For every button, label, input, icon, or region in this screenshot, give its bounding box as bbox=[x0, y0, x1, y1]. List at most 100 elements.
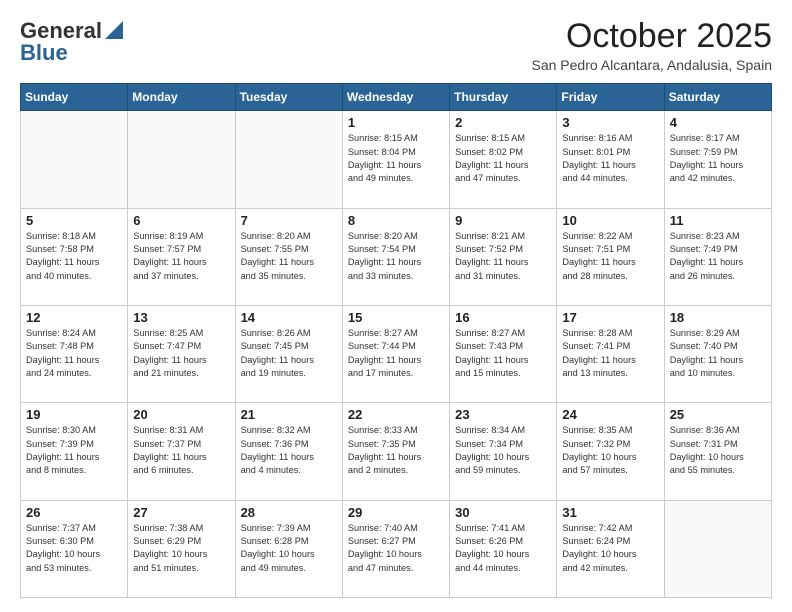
logo-icon bbox=[105, 21, 123, 39]
day-number: 21 bbox=[241, 407, 337, 422]
day-info: Sunrise: 8:15 AM Sunset: 8:04 PM Dayligh… bbox=[348, 132, 444, 185]
day-info: Sunrise: 8:20 AM Sunset: 7:54 PM Dayligh… bbox=[348, 230, 444, 283]
day-number: 25 bbox=[670, 407, 766, 422]
day-info: Sunrise: 7:41 AM Sunset: 6:26 PM Dayligh… bbox=[455, 522, 551, 575]
weekday-header-cell: Friday bbox=[557, 84, 664, 111]
day-info: Sunrise: 8:27 AM Sunset: 7:43 PM Dayligh… bbox=[455, 327, 551, 380]
calendar-day-cell: 22 Sunrise: 8:33 AM Sunset: 7:35 PM Dayli… bbox=[342, 403, 449, 500]
day-number: 23 bbox=[455, 407, 551, 422]
day-number: 28 bbox=[241, 505, 337, 520]
day-number: 29 bbox=[348, 505, 444, 520]
day-info: Sunrise: 8:24 AM Sunset: 7:48 PM Dayligh… bbox=[26, 327, 122, 380]
day-info: Sunrise: 8:23 AM Sunset: 7:49 PM Dayligh… bbox=[670, 230, 766, 283]
calendar-day-cell: 12 Sunrise: 8:24 AM Sunset: 7:48 PM Dayli… bbox=[21, 306, 128, 403]
day-number: 8 bbox=[348, 213, 444, 228]
weekday-header-row: SundayMondayTuesdayWednesdayThursdayFrid… bbox=[21, 84, 772, 111]
day-number: 19 bbox=[26, 407, 122, 422]
calendar-day-cell bbox=[664, 500, 771, 597]
weekday-header-cell: Thursday bbox=[450, 84, 557, 111]
page: General Blue October 2025 San Pedro Alca… bbox=[0, 0, 792, 612]
calendar-day-cell: 24 Sunrise: 8:35 AM Sunset: 7:32 PM Dayli… bbox=[557, 403, 664, 500]
calendar-day-cell: 13Sunrise: 8:25 AM Sunset: 7:47 PM Dayli… bbox=[128, 306, 235, 403]
day-number: 16 bbox=[455, 310, 551, 325]
location: San Pedro Alcantara, Andalusia, Spain bbox=[531, 57, 772, 73]
weekday-header-cell: Tuesday bbox=[235, 84, 342, 111]
day-number: 4 bbox=[670, 115, 766, 130]
day-info: Sunrise: 8:29 AM Sunset: 7:40 PM Dayligh… bbox=[670, 327, 766, 380]
calendar-day-cell: 20 Sunrise: 8:31 AM Sunset: 7:37 PM Dayli… bbox=[128, 403, 235, 500]
calendar-day-cell: 19 Sunrise: 8:30 AM Sunset: 7:39 PM Dayli… bbox=[21, 403, 128, 500]
calendar-day-cell: 7 Sunrise: 8:20 AM Sunset: 7:55 PM Daylig… bbox=[235, 208, 342, 305]
day-info: Sunrise: 8:26 AM Sunset: 7:45 PM Dayligh… bbox=[241, 327, 337, 380]
calendar-week-row: 12 Sunrise: 8:24 AM Sunset: 7:48 PM Dayli… bbox=[21, 306, 772, 403]
calendar-day-cell: 26Sunrise: 7:37 AM Sunset: 6:30 PM Dayli… bbox=[21, 500, 128, 597]
day-info: Sunrise: 8:15 AM Sunset: 8:02 PM Dayligh… bbox=[455, 132, 551, 185]
day-info: Sunrise: 7:40 AM Sunset: 6:27 PM Dayligh… bbox=[348, 522, 444, 575]
day-info: Sunrise: 8:33 AM Sunset: 7:35 PM Dayligh… bbox=[348, 424, 444, 477]
day-info: Sunrise: 8:19 AM Sunset: 7:57 PM Dayligh… bbox=[133, 230, 229, 283]
day-info: Sunrise: 8:36 AM Sunset: 7:31 PM Dayligh… bbox=[670, 424, 766, 477]
day-number: 9 bbox=[455, 213, 551, 228]
day-info: Sunrise: 8:35 AM Sunset: 7:32 PM Dayligh… bbox=[562, 424, 658, 477]
calendar-day-cell: 16 Sunrise: 8:27 AM Sunset: 7:43 PM Dayli… bbox=[450, 306, 557, 403]
calendar-body: 1 Sunrise: 8:15 AM Sunset: 8:04 PM Daylig… bbox=[21, 111, 772, 598]
calendar-day-cell: 30 Sunrise: 7:41 AM Sunset: 6:26 PM Dayli… bbox=[450, 500, 557, 597]
day-number: 5 bbox=[26, 213, 122, 228]
day-number: 1 bbox=[348, 115, 444, 130]
calendar-day-cell: 5 Sunrise: 8:18 AM Sunset: 7:58 PM Daylig… bbox=[21, 208, 128, 305]
day-number: 2 bbox=[455, 115, 551, 130]
calendar-day-cell: 17 Sunrise: 8:28 AM Sunset: 7:41 PM Dayli… bbox=[557, 306, 664, 403]
day-info: Sunrise: 8:34 AM Sunset: 7:34 PM Dayligh… bbox=[455, 424, 551, 477]
day-info: Sunrise: 8:20 AM Sunset: 7:55 PM Dayligh… bbox=[241, 230, 337, 283]
calendar-week-row: 19 Sunrise: 8:30 AM Sunset: 7:39 PM Dayli… bbox=[21, 403, 772, 500]
day-number: 12 bbox=[26, 310, 122, 325]
weekday-header-cell: Saturday bbox=[664, 84, 771, 111]
day-number: 27 bbox=[133, 505, 229, 520]
day-number: 10 bbox=[562, 213, 658, 228]
day-number: 6 bbox=[133, 213, 229, 228]
day-info: Sunrise: 8:28 AM Sunset: 7:41 PM Dayligh… bbox=[562, 327, 658, 380]
day-info: Sunrise: 8:21 AM Sunset: 7:52 PM Dayligh… bbox=[455, 230, 551, 283]
day-number: 7 bbox=[241, 213, 337, 228]
calendar-day-cell: 21 Sunrise: 8:32 AM Sunset: 7:36 PM Dayli… bbox=[235, 403, 342, 500]
day-info: Sunrise: 8:27 AM Sunset: 7:44 PM Dayligh… bbox=[348, 327, 444, 380]
day-number: 17 bbox=[562, 310, 658, 325]
day-info: Sunrise: 8:31 AM Sunset: 7:37 PM Dayligh… bbox=[133, 424, 229, 477]
calendar-day-cell: 2 Sunrise: 8:15 AM Sunset: 8:02 PM Daylig… bbox=[450, 111, 557, 208]
calendar-day-cell: 14Sunrise: 8:26 AM Sunset: 7:45 PM Dayli… bbox=[235, 306, 342, 403]
day-number: 3 bbox=[562, 115, 658, 130]
day-number: 26 bbox=[26, 505, 122, 520]
day-info: Sunrise: 8:30 AM Sunset: 7:39 PM Dayligh… bbox=[26, 424, 122, 477]
calendar-day-cell bbox=[128, 111, 235, 208]
calendar-day-cell: 4 Sunrise: 8:17 AM Sunset: 7:59 PM Daylig… bbox=[664, 111, 771, 208]
calendar-week-row: 1 Sunrise: 8:15 AM Sunset: 8:04 PM Daylig… bbox=[21, 111, 772, 208]
day-info: Sunrise: 8:16 AM Sunset: 8:01 PM Dayligh… bbox=[562, 132, 658, 185]
calendar-day-cell: 29 Sunrise: 7:40 AM Sunset: 6:27 PM Dayli… bbox=[342, 500, 449, 597]
day-info: Sunrise: 8:18 AM Sunset: 7:58 PM Dayligh… bbox=[26, 230, 122, 283]
day-number: 20 bbox=[133, 407, 229, 422]
day-number: 30 bbox=[455, 505, 551, 520]
calendar-day-cell: 25 Sunrise: 8:36 AM Sunset: 7:31 PM Dayli… bbox=[664, 403, 771, 500]
day-info: Sunrise: 7:39 AM Sunset: 6:28 PM Dayligh… bbox=[241, 522, 337, 575]
calendar-week-row: 5 Sunrise: 8:18 AM Sunset: 7:58 PM Daylig… bbox=[21, 208, 772, 305]
calendar-table: SundayMondayTuesdayWednesdayThursdayFrid… bbox=[20, 83, 772, 598]
weekday-header-cell: Wednesday bbox=[342, 84, 449, 111]
calendar-week-row: 26Sunrise: 7:37 AM Sunset: 6:30 PM Dayli… bbox=[21, 500, 772, 597]
day-number: 24 bbox=[562, 407, 658, 422]
title-block: October 2025 San Pedro Alcantara, Andalu… bbox=[531, 18, 772, 73]
day-number: 11 bbox=[670, 213, 766, 228]
day-info: Sunrise: 8:17 AM Sunset: 7:59 PM Dayligh… bbox=[670, 132, 766, 185]
calendar-day-cell: 10Sunrise: 8:22 AM Sunset: 7:51 PM Dayli… bbox=[557, 208, 664, 305]
day-info: Sunrise: 7:38 AM Sunset: 6:29 PM Dayligh… bbox=[133, 522, 229, 575]
calendar-day-cell: 15 Sunrise: 8:27 AM Sunset: 7:44 PM Dayli… bbox=[342, 306, 449, 403]
day-info: Sunrise: 8:32 AM Sunset: 7:36 PM Dayligh… bbox=[241, 424, 337, 477]
day-number: 22 bbox=[348, 407, 444, 422]
calendar-day-cell: 18Sunrise: 8:29 AM Sunset: 7:40 PM Dayli… bbox=[664, 306, 771, 403]
month-title: October 2025 bbox=[531, 18, 772, 55]
calendar-day-cell: 27 Sunrise: 7:38 AM Sunset: 6:29 PM Dayli… bbox=[128, 500, 235, 597]
header: General Blue October 2025 San Pedro Alca… bbox=[20, 18, 772, 73]
calendar-day-cell: 1 Sunrise: 8:15 AM Sunset: 8:04 PM Daylig… bbox=[342, 111, 449, 208]
calendar-day-cell: 11 Sunrise: 8:23 AM Sunset: 7:49 PM Dayli… bbox=[664, 208, 771, 305]
calendar-day-cell bbox=[235, 111, 342, 208]
day-number: 15 bbox=[348, 310, 444, 325]
